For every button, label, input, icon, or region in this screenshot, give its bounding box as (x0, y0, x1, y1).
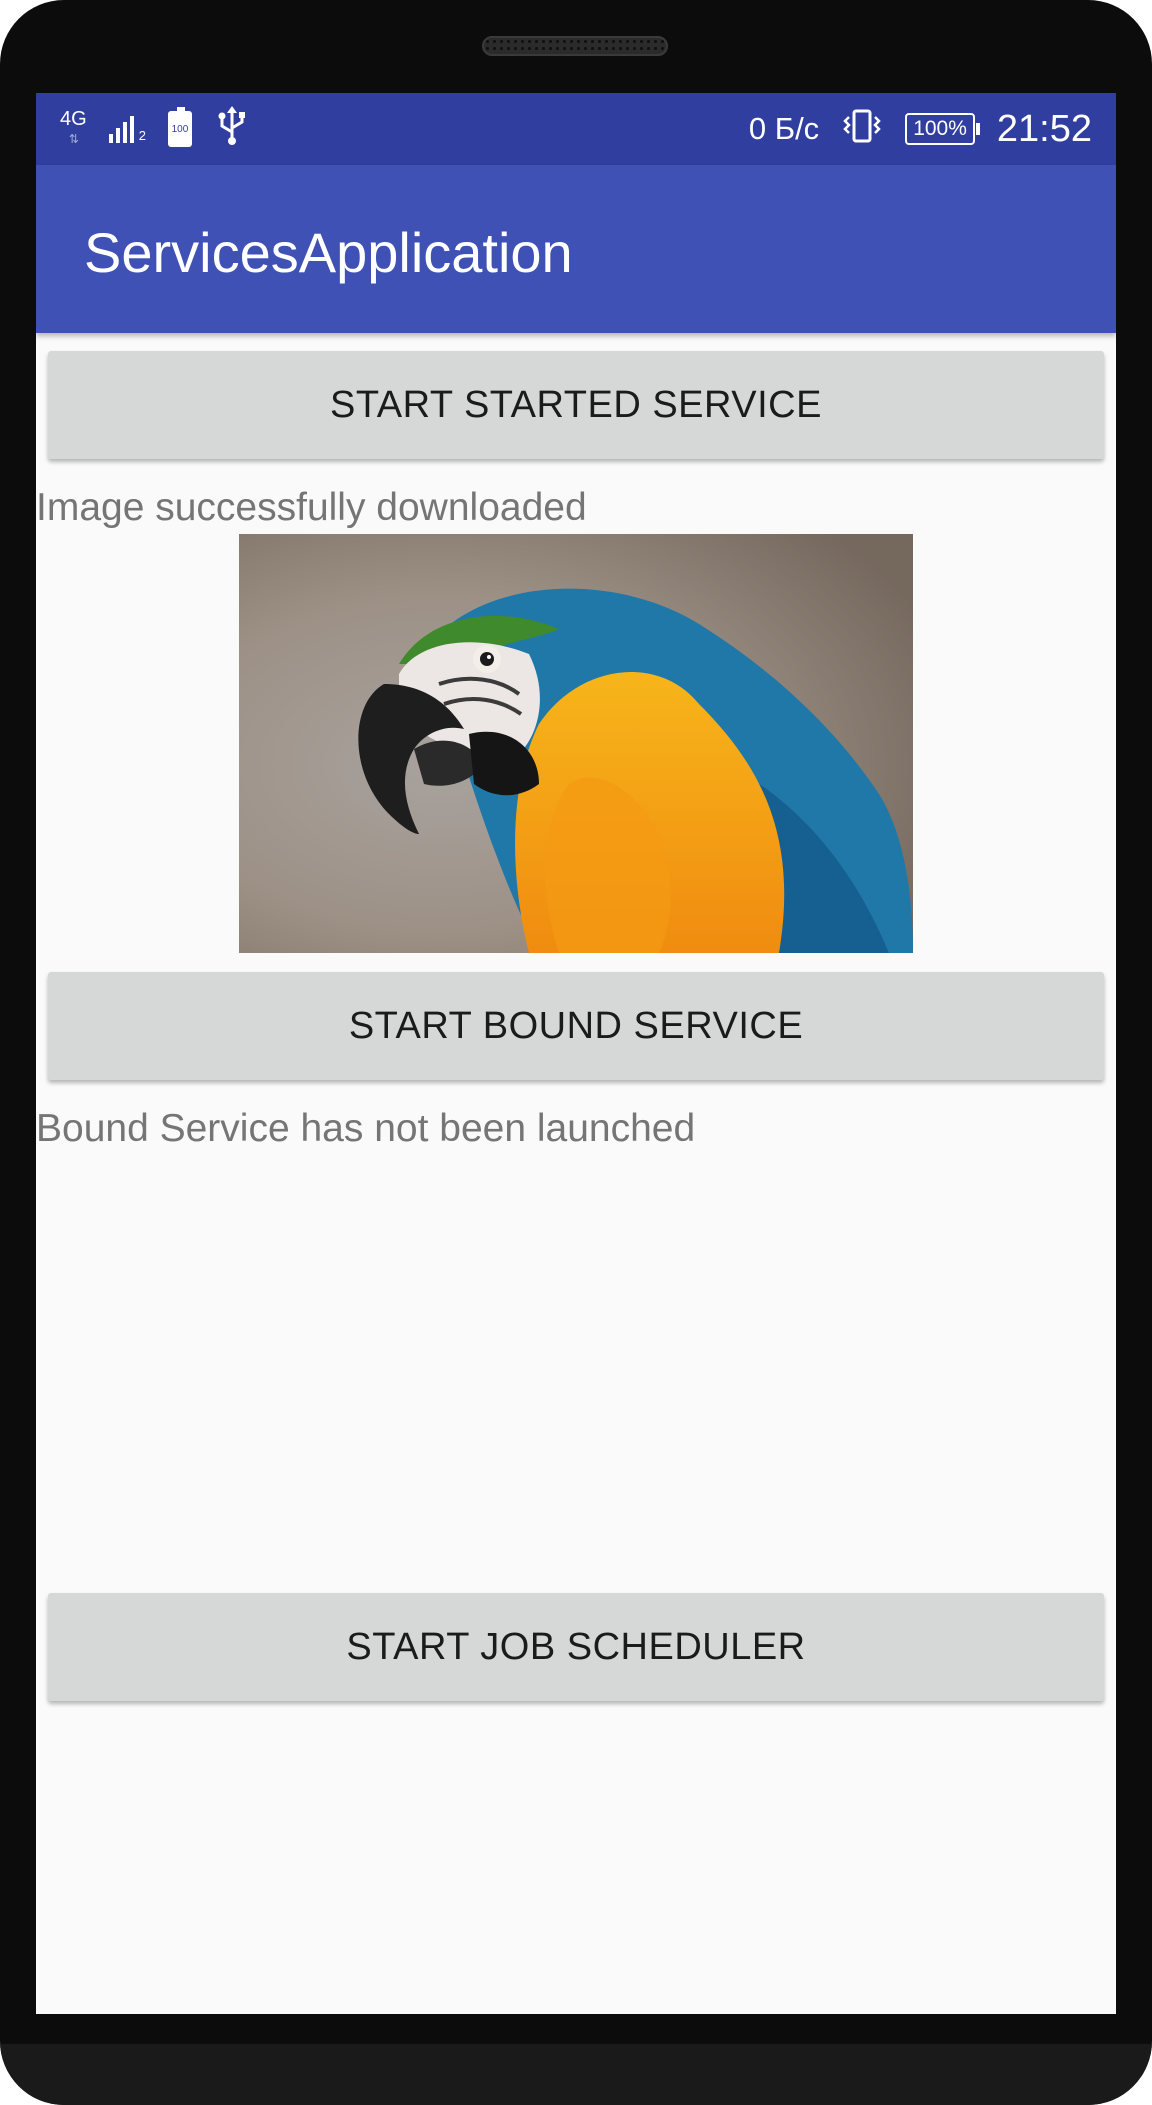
status-bar-clock: 21:52 (996, 107, 1092, 150)
status-bar-right: 0 Б/с 100% 21:52 (749, 105, 1092, 153)
status-bar: 4G ⇅ 2 100 0 Б/с 100% 21:52 (36, 93, 1116, 165)
bound-service-status: Bound Service has not been launched (36, 1107, 696, 1150)
network-type-indicator: 4G ⇅ (60, 109, 87, 149)
start-bound-service-button[interactable]: START BOUND SERVICE (48, 972, 1104, 1080)
battery-saver-icon: 100 (167, 107, 192, 147)
earpiece-speaker (482, 36, 668, 56)
phone-frame: 4G ⇅ 2 100 0 Б/с 100% 21:52 ServicesAppl… (0, 0, 1152, 2105)
status-bar-left: 4G ⇅ 2 100 (60, 105, 250, 153)
network-type-label: 4G (60, 108, 87, 130)
battery-indicator: 100% (905, 113, 980, 145)
started-service-status: Image successfully downloaded (36, 486, 587, 529)
battery-small-level: 100 (171, 123, 189, 135)
signal-strength-icon: 2 (108, 115, 146, 143)
sim-slot-label: 2 (138, 128, 146, 143)
downloaded-parrot-image (239, 534, 913, 953)
device-screen: 4G ⇅ 2 100 0 Б/с 100% 21:52 ServicesAppl… (36, 93, 1116, 2014)
start-job-scheduler-button[interactable]: START JOB SCHEDULER (48, 1593, 1104, 1701)
start-started-service-button[interactable]: START STARTED SERVICE (48, 351, 1104, 459)
phone-bottom-bezel (0, 2044, 1152, 2105)
app-title: ServicesApplication (84, 221, 573, 284)
usb-icon (214, 105, 250, 153)
data-activity-icon: ⇅ (68, 132, 79, 146)
app-bar: ServicesApplication (36, 165, 1116, 333)
data-speed-text: 0 Б/с (748, 111, 820, 146)
vibrate-icon (841, 107, 883, 152)
